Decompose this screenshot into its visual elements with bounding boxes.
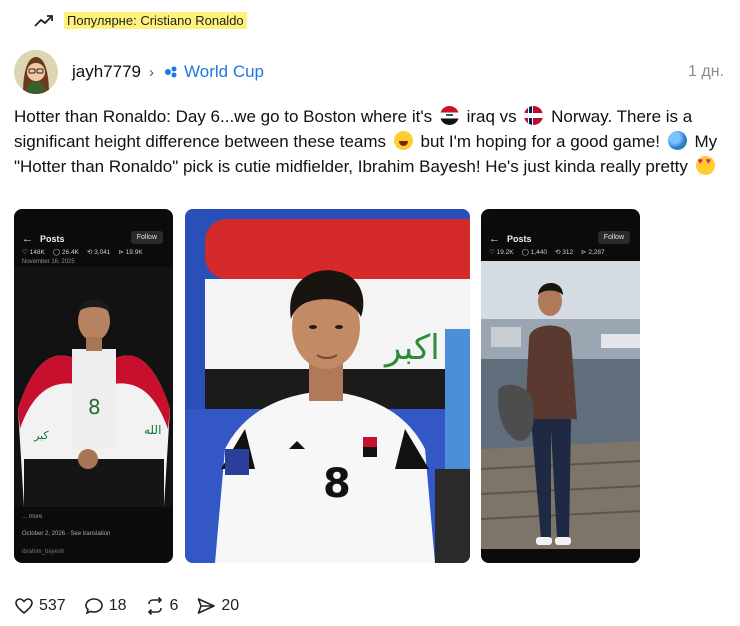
player-with-flag-photo: الله كبر 8: [14, 267, 173, 507]
svg-text:الله: الله: [144, 423, 161, 437]
share-count: 20: [221, 597, 240, 614]
like-button[interactable]: 537: [14, 596, 66, 616]
post-text-part: Hotter than Ronaldo: Day 6...we go to Bo…: [14, 107, 433, 126]
post-body: Hotter than Ronaldo: Day 6...we go to Bo…: [14, 104, 726, 179]
repost-count: 6: [169, 597, 179, 614]
ig-caption-user: ibrahim_bayesh: [22, 549, 65, 555]
trending-label[interactable]: Популярне: Cristiano Ronaldo: [64, 12, 247, 29]
jersey-number: 8: [323, 461, 351, 507]
iraq-flag-icon: [439, 106, 459, 125]
community-dots-icon: [165, 66, 177, 78]
comment-count: 18: [108, 597, 127, 614]
trending-topic[interactable]: Популярне: Cristiano Ronaldo: [34, 12, 247, 29]
player-harbor-photo: [481, 261, 640, 563]
gallery-image-3[interactable]: ← Posts Follow ♡ 19.2K ◯ 1,440 ⟲ 312 ⊳ 2…: [481, 209, 640, 563]
gallery-image-1[interactable]: ← Posts Follow ♡ 148K ◯ 26.4K ⟲ 3,041 ⊳ …: [14, 209, 173, 563]
comment-bubble-icon: [84, 598, 103, 615]
comment-button[interactable]: 18: [84, 596, 127, 616]
post-actions: 537 18 6 20: [14, 596, 257, 616]
community-link[interactable]: World Cup: [164, 62, 264, 82]
svg-text:اكبر: اكبر: [383, 328, 440, 368]
grinning-face-icon: [393, 131, 413, 150]
repost-icon: [147, 596, 162, 616]
share-button[interactable]: 20: [196, 596, 239, 616]
ig-caption: ... more: [22, 514, 43, 520]
svg-text:كبر: كبر: [33, 429, 49, 442]
author-username[interactable]: jayh7779: [72, 62, 141, 82]
heart-icon: [15, 598, 33, 615]
trending-up-icon: [34, 14, 53, 27]
norway-flag-icon: [524, 106, 544, 125]
post-text-part: iraq vs: [466, 107, 517, 126]
avatar-image: [14, 50, 58, 94]
post-text-part: but I'm hoping for a good game!: [420, 132, 661, 151]
like-count: 537: [39, 597, 66, 614]
community-name[interactable]: World Cup: [184, 62, 264, 82]
heart-eyes-icon: [695, 156, 715, 175]
send-icon: [198, 598, 216, 614]
globe-icon: [667, 131, 687, 150]
avatar[interactable]: [14, 50, 58, 94]
post-header: jayh7779 › World Cup 1 дн.: [14, 48, 726, 96]
player-jersey-photo: اكبر 8: [185, 209, 470, 563]
repost-button[interactable]: 6: [145, 596, 179, 616]
post-time: 1 дн.: [688, 63, 724, 80]
gallery-image-2[interactable]: اكبر 8: [185, 209, 470, 563]
ig-caption-date: October 2, 2026 · See translation: [22, 531, 111, 537]
chevron-right-icon: ›: [149, 63, 155, 81]
svg-text:8: 8: [88, 395, 101, 419]
